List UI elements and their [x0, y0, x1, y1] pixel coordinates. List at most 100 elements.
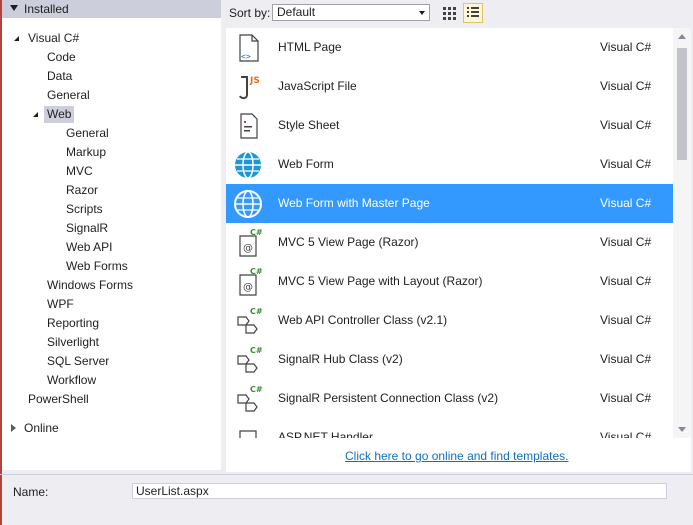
template-name: SignalR Persistent Connection Class (v2): [278, 391, 499, 405]
javascript-file-icon: JS: [239, 76, 260, 100]
template-language: Visual C#: [600, 196, 652, 210]
template-language: Visual C#: [600, 79, 652, 93]
svg-text:C#: C#: [250, 385, 263, 394]
list-view-icon: [467, 7, 479, 17]
tree-item-markup[interactable]: Markup: [66, 143, 106, 162]
template-row[interactable]: JS JavaScript File Visual C#: [226, 67, 673, 106]
scroll-down-icon[interactable]: [678, 427, 686, 432]
sort-by-value: Default: [277, 5, 316, 19]
tree-item-razor[interactable]: Razor: [66, 181, 98, 200]
grid-view-icon: [443, 7, 456, 20]
svg-text:@: @: [243, 243, 253, 254]
tree-item-code[interactable]: Code: [47, 48, 76, 67]
template-list-scrollbar[interactable]: [673, 28, 691, 438]
template-name: Web Form: [278, 157, 334, 171]
svg-text:@: @: [243, 282, 253, 293]
scroll-up-icon[interactable]: [678, 34, 686, 39]
template-name: MVC 5 View Page with Layout (Razor): [278, 274, 483, 288]
template-language: Visual C#: [600, 157, 652, 171]
name-label: Name:: [13, 485, 49, 499]
template-language: Visual C#: [600, 430, 652, 438]
sort-by-label: Sort by:: [229, 6, 271, 20]
svg-text:C#: C#: [250, 267, 263, 276]
tree-item-scripts[interactable]: Scripts: [66, 200, 103, 219]
tree-item-web-forms[interactable]: Web Forms: [66, 257, 128, 276]
grid-view-button[interactable]: [439, 3, 459, 23]
template-row[interactable]: C# Web API Controller Class (v2.1) Visua…: [226, 301, 673, 340]
svg-text:C#: C#: [250, 346, 263, 355]
template-language: Visual C#: [600, 118, 652, 132]
svg-text:JS: JS: [249, 76, 260, 86]
template-name: JavaScript File: [278, 79, 357, 93]
expanded-arrow-icon[interactable]: [14, 36, 19, 41]
csharp-class-icon: C#: [237, 346, 263, 373]
expanded-arrow-icon[interactable]: [33, 112, 38, 117]
template-row[interactable]: Style Sheet Visual C#: [226, 106, 673, 145]
template-language: Visual C#: [600, 391, 652, 405]
template-tree: Installed Visual C# Code Data General We…: [2, 0, 221, 470]
template-list: <> HTML Page Visual C# JS JavaScript Fil…: [226, 28, 673, 438]
online-header[interactable]: Online: [2, 418, 221, 440]
globe-icon: [234, 190, 262, 218]
installed-label: Installed: [24, 2, 69, 16]
tree-item-reporting[interactable]: Reporting: [47, 314, 99, 333]
tree-item-silverlight[interactable]: Silverlight: [47, 333, 99, 352]
csharp-class-icon: C#: [237, 385, 263, 412]
razor-view-icon: @ C#: [239, 228, 263, 257]
tree-item-general[interactable]: General: [47, 86, 90, 105]
svg-text:C#: C#: [250, 307, 263, 316]
installed-header[interactable]: Installed: [2, 0, 221, 18]
razor-view-icon: @ C#: [239, 267, 263, 296]
chevron-down-icon: [419, 11, 425, 15]
template-row-selected[interactable]: Web Form with Master Page Visual C#: [226, 184, 673, 223]
bottom-divider: [0, 474, 693, 475]
template-name: Style Sheet: [278, 118, 340, 132]
online-label: Online: [24, 421, 59, 435]
svg-text:C#: C#: [250, 228, 263, 237]
style-sheet-icon: [240, 113, 258, 139]
template-name: SignalR Hub Class (v2): [278, 352, 403, 366]
name-input[interactable]: UserList.aspx: [132, 483, 667, 499]
template-row[interactable]: <> HTML Page Visual C#: [226, 28, 673, 67]
svg-text:<>: <>: [241, 52, 251, 61]
tree-item-windows-forms[interactable]: Windows Forms: [47, 276, 133, 295]
scroll-thumb[interactable]: [677, 48, 687, 160]
handler-icon: [239, 430, 257, 438]
name-input-value: UserList.aspx: [136, 484, 209, 498]
tree-item-web-api[interactable]: Web API: [66, 238, 112, 257]
template-row[interactable]: ASP.NET Handler Visual C#: [226, 418, 673, 438]
tree-item-data[interactable]: Data: [47, 67, 72, 86]
template-language: Visual C#: [600, 40, 652, 54]
tree-item-signalr[interactable]: SignalR: [66, 219, 108, 238]
tree-item-mvc[interactable]: MVC: [66, 162, 93, 181]
tree-item-powershell[interactable]: PowerShell: [28, 390, 89, 409]
collapsed-arrow-icon[interactable]: [11, 424, 16, 432]
tree-item-workflow[interactable]: Workflow: [47, 371, 96, 390]
template-name: HTML Page: [278, 40, 342, 54]
globe-icon: [235, 151, 261, 179]
tree-item-wpf[interactable]: WPF: [47, 295, 74, 314]
template-row[interactable]: C# SignalR Hub Class (v2) Visual C#: [226, 340, 673, 379]
template-list-panel: <> HTML Page Visual C# JS JavaScript Fil…: [226, 28, 691, 472]
template-name: ASP.NET Handler: [278, 430, 373, 438]
sort-toolbar: Sort by: Default: [221, 0, 693, 26]
template-row[interactable]: @ C# MVC 5 View Page with Layout (Razor)…: [226, 262, 673, 301]
template-row[interactable]: @ C# MVC 5 View Page (Razor) Visual C#: [226, 223, 673, 262]
list-view-button[interactable]: [463, 3, 483, 23]
sort-by-dropdown[interactable]: Default: [272, 4, 430, 21]
template-row[interactable]: C# SignalR Persistent Connection Class (…: [226, 379, 673, 418]
html-page-icon: <>: [239, 34, 259, 62]
collapse-triangle-icon[interactable]: [10, 5, 18, 11]
csharp-class-icon: C#: [237, 307, 263, 334]
template-name: Web Form with Master Page: [278, 196, 430, 210]
template-row[interactable]: Web Form Visual C#: [226, 145, 673, 184]
template-language: Visual C#: [600, 235, 652, 249]
online-templates-link[interactable]: Click here to go online and find templat…: [345, 449, 568, 463]
template-language: Visual C#: [600, 352, 652, 366]
template-name: Web API Controller Class (v2.1): [278, 313, 448, 327]
template-name: MVC 5 View Page (Razor): [278, 235, 419, 249]
template-language: Visual C#: [600, 274, 652, 288]
template-language: Visual C#: [600, 313, 652, 327]
tree-item-web-general[interactable]: General: [66, 124, 109, 143]
tree-item-sql-server[interactable]: SQL Server: [47, 352, 109, 371]
